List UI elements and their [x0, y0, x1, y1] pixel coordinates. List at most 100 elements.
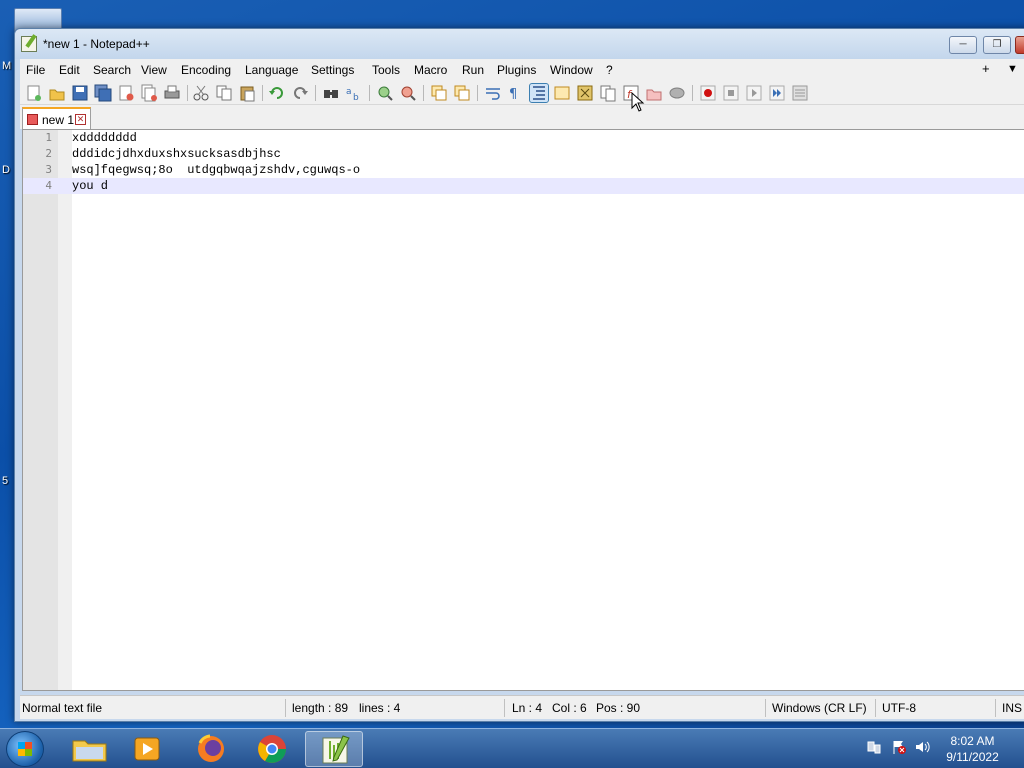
show-all-characters-icon[interactable]: ¶ — [505, 84, 523, 102]
save-icon[interactable] — [71, 84, 89, 102]
document-map-icon[interactable] — [576, 84, 594, 102]
new-tab-plus-icon[interactable]: + — [982, 61, 990, 76]
volume-icon[interactable] — [914, 739, 930, 755]
status-eol-format[interactable]: Windows (CR LF) — [772, 701, 867, 715]
text-editor[interactable]: 1 xdddddddd 2 dddidcjdhxduxshxsucksasdbj… — [22, 129, 1024, 691]
monitoring-icon[interactable] — [668, 84, 686, 102]
print-icon[interactable] — [163, 84, 181, 102]
open-file-icon[interactable] — [48, 84, 66, 102]
toolbar-separator — [477, 85, 478, 101]
toolbar-separator — [423, 85, 424, 101]
folder-as-workspace-icon[interactable] — [645, 84, 663, 102]
title-bar[interactable]: *new 1 - Notepad++ ─ ❐ — [15, 29, 1024, 59]
media-player-icon[interactable] — [118, 731, 176, 767]
close-file-icon[interactable] — [117, 84, 135, 102]
action-center-flag-icon[interactable] — [891, 739, 907, 755]
tab-close-icon[interactable]: ✕ — [75, 114, 86, 125]
copy-icon[interactable] — [215, 84, 233, 102]
redo-icon[interactable] — [291, 84, 309, 102]
status-insert-mode[interactable]: INS — [1002, 701, 1022, 715]
zoom-out-icon[interactable] — [399, 84, 417, 102]
line-text[interactable]: wsq]fqegwsq;8o utdgqbwqajzshdv,cguwqs-o — [72, 162, 360, 178]
editor-line[interactable]: 3 wsq]fqegwsq;8o utdgqbwqajzshdv,cguwqs-… — [23, 162, 1024, 178]
menu-settings[interactable]: Settings — [307, 62, 358, 78]
close-all-icon[interactable] — [140, 84, 158, 102]
system-clock[interactable]: 8:02 AM 9/11/2022 — [930, 733, 1015, 765]
minimize-button[interactable]: ─ — [949, 36, 977, 54]
save-all-icon[interactable] — [94, 84, 112, 102]
status-line-number: Ln : 4 — [512, 701, 543, 715]
find-icon[interactable] — [322, 84, 340, 102]
save-macro-icon[interactable] — [791, 84, 809, 102]
svg-text:¶: ¶ — [509, 87, 517, 102]
menu-run[interactable]: Run — [458, 62, 488, 78]
notepad-plus-plus-icon[interactable] — [305, 731, 363, 767]
fold-margin[interactable] — [58, 130, 72, 690]
svg-text:b: b — [353, 93, 359, 102]
new-file-icon[interactable] — [25, 84, 43, 102]
toolbar-separator — [315, 85, 316, 101]
paste-icon[interactable] — [238, 84, 256, 102]
user-defined-language-icon[interactable] — [553, 84, 571, 102]
tab-label: new 1 — [42, 113, 75, 127]
toolbar-separator — [692, 85, 693, 101]
firefox-icon[interactable] — [182, 731, 240, 767]
line-text[interactable]: xdddddddd — [72, 130, 137, 146]
menu-search[interactable]: Search — [89, 62, 135, 78]
toolbar-separator — [369, 85, 370, 101]
run-macro-multiple-icon[interactable] — [768, 84, 786, 102]
notepad-plus-plus-icon[interactable] — [21, 36, 37, 52]
menu-tools[interactable]: Tools — [368, 62, 404, 78]
toolbar-separator — [187, 85, 188, 101]
document-list-icon[interactable] — [599, 84, 617, 102]
editor-line[interactable]: 1 xdddddddd — [23, 130, 1024, 146]
start-button[interactable] — [6, 731, 44, 767]
indent-guide-icon[interactable] — [529, 83, 549, 103]
status-encoding[interactable]: UTF-8 — [882, 701, 916, 715]
tab-new-1[interactable]: new 1 ✕ — [22, 107, 91, 129]
mouse-cursor-icon — [631, 92, 645, 112]
word-wrap-icon[interactable] — [484, 84, 502, 102]
close-button[interactable] — [1015, 36, 1024, 54]
notepad-window: *new 1 - Notepad++ ─ ❐ File Edit Search … — [14, 28, 1024, 722]
sync-vertical-icon[interactable] — [430, 84, 448, 102]
line-number: 2 — [45, 147, 52, 160]
chrome-icon[interactable] — [243, 731, 301, 767]
editor-line[interactable]: 2 dddidcjdhxduxshxsucksasdbjhsc — [23, 146, 1024, 162]
zoom-in-icon[interactable] — [376, 84, 394, 102]
status-position: Pos : 90 — [596, 701, 641, 715]
menu-view[interactable]: View — [137, 62, 171, 78]
menu-edit[interactable]: Edit — [55, 62, 84, 78]
status-length: length : 89 — [292, 701, 349, 715]
menu-bar: File Edit Search View Encoding Language … — [20, 59, 1024, 81]
stop-recording-icon[interactable] — [722, 84, 740, 102]
sync-horizontal-icon[interactable] — [453, 84, 471, 102]
line-number: 3 — [45, 163, 52, 176]
tab-list-dropdown-icon[interactable]: ▼ — [1007, 63, 1018, 75]
line-text[interactable]: dddidcjdhxduxshxsucksasdbjhsc — [72, 146, 281, 162]
menu-encoding[interactable]: Encoding — [177, 62, 235, 78]
editor-line-current[interactable]: 4 you d — [23, 178, 1024, 194]
menu-plugins[interactable]: Plugins — [493, 62, 540, 78]
menu-file[interactable]: File — [22, 62, 49, 78]
menu-macro[interactable]: Macro — [410, 62, 451, 78]
file-explorer-icon[interactable] — [60, 731, 118, 767]
status-bar: Normal text file length : 89 lines : 4 L… — [20, 695, 1024, 719]
play-macro-icon[interactable] — [745, 84, 763, 102]
menu-language[interactable]: Language — [241, 62, 302, 78]
taskbar: 8:02 AM 9/11/2022 — [0, 728, 1024, 768]
menu-help[interactable]: ? — [602, 62, 617, 78]
network-icon[interactable] — [866, 739, 882, 755]
maximize-button[interactable]: ❐ — [983, 36, 1011, 54]
undo-icon[interactable] — [268, 84, 286, 102]
replace-icon[interactable]: ab — [345, 84, 363, 103]
cut-icon[interactable] — [192, 84, 210, 102]
tab-bar: new 1 ✕ — [20, 105, 1024, 129]
record-macro-icon[interactable] — [699, 84, 717, 102]
line-number: 4 — [45, 179, 52, 192]
status-separator — [504, 699, 505, 717]
menu-window[interactable]: Window — [546, 62, 597, 78]
status-separator — [285, 699, 286, 717]
status-separator — [995, 699, 996, 717]
line-text[interactable]: you d — [72, 178, 108, 194]
